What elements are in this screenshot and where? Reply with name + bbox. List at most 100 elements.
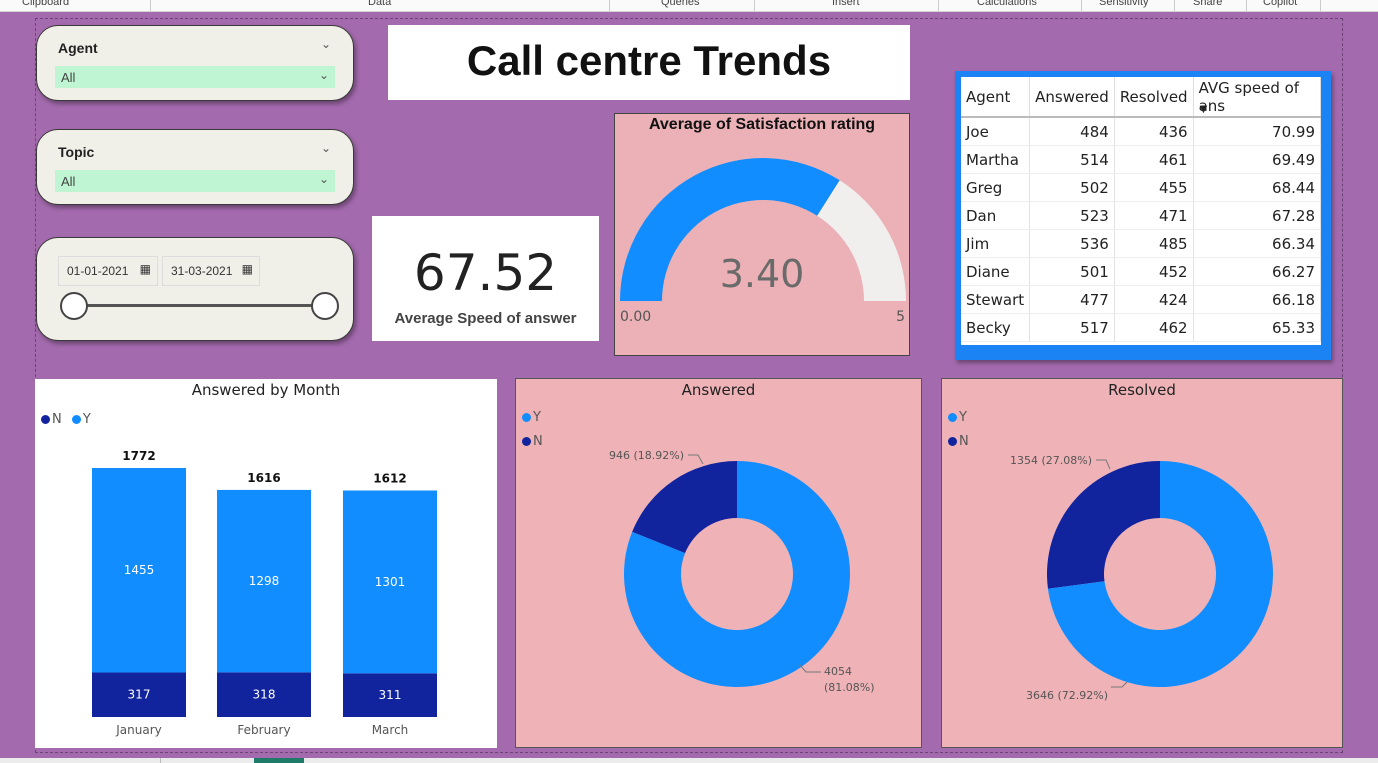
date-range-track[interactable]	[73, 304, 325, 307]
table-row[interactable]: Joe 484 436 70.99	[961, 117, 1322, 146]
donut-svg: 1354 (27.08%) 3646 (72.92%)	[1010, 454, 1273, 702]
agent-table-visual[interactable]: Agent Answered Resolved AVG speed of ans…	[955, 71, 1331, 360]
data-label-total: 1616	[247, 471, 280, 485]
table-cell: Dan	[961, 201, 1031, 230]
table-row[interactable]: Dan 523 471 67.28	[961, 201, 1322, 230]
col-header-resolved[interactable]: Resolved	[1114, 77, 1194, 118]
kpi-label: Average Speed of answer	[394, 310, 577, 327]
donut-slice-n[interactable]	[1047, 461, 1160, 589]
table-row[interactable]: Greg 502 455 68.44	[961, 173, 1322, 202]
agent-table-body: Joe 484 436 70.99 Martha 514 461 69.49 Greg 502 45…	[961, 117, 1322, 342]
table-cell: 66.34	[1193, 229, 1322, 258]
kpi-value: 67.52	[413, 244, 558, 302]
date-end-handle[interactable]	[311, 292, 339, 320]
data-label-n: 946 (18.92%)	[609, 449, 684, 462]
table-cell: 66.27	[1193, 257, 1322, 286]
table-cell: Diane	[961, 257, 1031, 286]
table-cell: 502	[1029, 173, 1115, 202]
sort-descending-icon: ▼	[1199, 104, 1208, 115]
table-row[interactable]: Jim 536 485 66.34	[961, 229, 1322, 258]
ribbon-sensitivity[interactable]: Sensitivity	[1099, 0, 1149, 8]
chevron-down-icon[interactable]: ⌄	[321, 141, 331, 155]
title-card: Call centre Trends	[388, 25, 910, 100]
agent-slicer[interactable]: Agent ⌄ All ⌄	[36, 25, 354, 101]
data-label-y: 1301	[375, 575, 406, 589]
data-label-total: 1772	[122, 449, 155, 463]
table-cell: 436	[1114, 117, 1194, 146]
start-date-value: 01-01-2021	[67, 264, 129, 278]
table-cell: 477	[1029, 285, 1115, 314]
table-cell: Greg	[961, 173, 1031, 202]
ribbon: Clipboard Data Queries Insert Calculatio…	[0, 0, 1378, 12]
data-label-n: 318	[253, 688, 276, 702]
table-cell: 523	[1029, 201, 1115, 230]
ribbon-share[interactable]: Share	[1193, 0, 1222, 8]
answered-donut-chart[interactable]: Answered Y N 946 (18.92%) 4054 (81.08%)	[515, 378, 922, 748]
data-label-n: 317	[128, 688, 151, 702]
table-cell: Jim	[961, 229, 1031, 258]
date-range-slicer[interactable]: 01-01-2021 ▦ 31-03-2021 ▦	[36, 237, 354, 341]
gauge-min-label: 0.00	[620, 309, 652, 325]
x-tick-label: March	[372, 723, 409, 737]
topic-dropdown[interactable]: All ⌄	[55, 170, 335, 192]
answered-by-month-chart[interactable]: Answered by Month N Y 317 1455 1772 January…	[35, 379, 497, 748]
table-cell: 517	[1029, 313, 1115, 342]
active-page-tab[interactable]	[254, 758, 304, 763]
table-cell: 462	[1114, 313, 1194, 342]
kpi-card[interactable]: 67.52 Average Speed of answer	[372, 216, 599, 341]
table-cell: Martha	[961, 145, 1031, 174]
topic-dropdown-value: All	[61, 174, 76, 189]
data-label-y: 1455	[124, 563, 155, 577]
date-start-handle[interactable]	[60, 292, 88, 320]
x-tick-label: January	[115, 723, 162, 737]
data-label-total: 1612	[373, 471, 406, 485]
ribbon-insert[interactable]: Insert	[832, 0, 860, 8]
col-header-answered[interactable]: Answered	[1029, 77, 1115, 118]
leader-line	[1111, 681, 1128, 688]
table-cell: 424	[1114, 285, 1194, 314]
chevron-down-icon: ⌄	[318, 68, 329, 82]
gauge-max-label: 5	[896, 309, 905, 325]
resolved-donut-chart[interactable]: Resolved Y N 1354 (27.08%) 3646 (72.92%)	[941, 378, 1343, 748]
table-row[interactable]: Martha 514 461 69.49	[961, 145, 1322, 174]
table-cell: 484	[1029, 117, 1115, 146]
col-header-agent[interactable]: Agent	[961, 77, 1031, 118]
satisfaction-gauge[interactable]: Average of Satisfaction rating 3.40 0.00…	[614, 113, 910, 356]
table-row[interactable]: Diane 501 452 66.27	[961, 257, 1322, 286]
ribbon-clipboard[interactable]: Clipboard	[22, 0, 69, 8]
page-title: Call centre Trends	[466, 37, 832, 84]
table-row[interactable]: Becky 517 462 65.33	[961, 313, 1322, 342]
ribbon-data[interactable]: Data	[368, 0, 391, 8]
topic-slicer[interactable]: Topic ⌄ All ⌄	[36, 129, 354, 205]
chevron-down-icon: ⌄	[318, 172, 329, 186]
table-cell: 514	[1029, 145, 1115, 174]
agent-dropdown[interactable]: All ⌄	[55, 66, 335, 88]
table-cell: 66.18	[1193, 285, 1322, 314]
table-cell: 455	[1114, 173, 1194, 202]
data-label-y: 3646 (72.92%)	[1026, 689, 1108, 702]
topic-slicer-label: Topic	[58, 144, 95, 160]
table-cell: 67.28	[1193, 201, 1322, 230]
end-date-input[interactable]: 31-03-2021 ▦	[162, 256, 260, 286]
calendar-icon[interactable]: ▦	[140, 262, 151, 276]
chevron-down-icon[interactable]: ⌄	[321, 37, 331, 51]
col-header-avg-speed[interactable]: AVG speed of ans ▼	[1193, 77, 1322, 118]
table-cell: 471	[1114, 201, 1194, 230]
table-cell: 69.49	[1193, 145, 1322, 174]
data-label-n: 311	[379, 688, 402, 702]
table-row[interactable]: Stewart 477 424 66.18	[961, 285, 1322, 314]
table-cell: 501	[1029, 257, 1115, 286]
table-cell: 536	[1029, 229, 1115, 258]
calendar-icon[interactable]: ▦	[242, 262, 253, 276]
table-cell: Stewart	[961, 285, 1031, 314]
bar-chart-svg: 317 1455 1772 January 318 1298 1616 February 311…	[92, 449, 437, 737]
ribbon-copilot[interactable]: Copilot	[1263, 0, 1297, 8]
start-date-input[interactable]: 01-01-2021 ▦	[58, 256, 158, 286]
ribbon-calculations[interactable]: Calculations	[977, 0, 1037, 8]
ribbon-queries[interactable]: Queries	[661, 0, 700, 8]
table-cell: Joe	[961, 117, 1031, 146]
agent-table: Agent Answered Resolved AVG speed of ans…	[961, 77, 1322, 342]
end-date-value: 31-03-2021	[171, 264, 233, 278]
agent-slicer-label: Agent	[58, 40, 98, 56]
data-label-y: 1298	[249, 574, 280, 588]
